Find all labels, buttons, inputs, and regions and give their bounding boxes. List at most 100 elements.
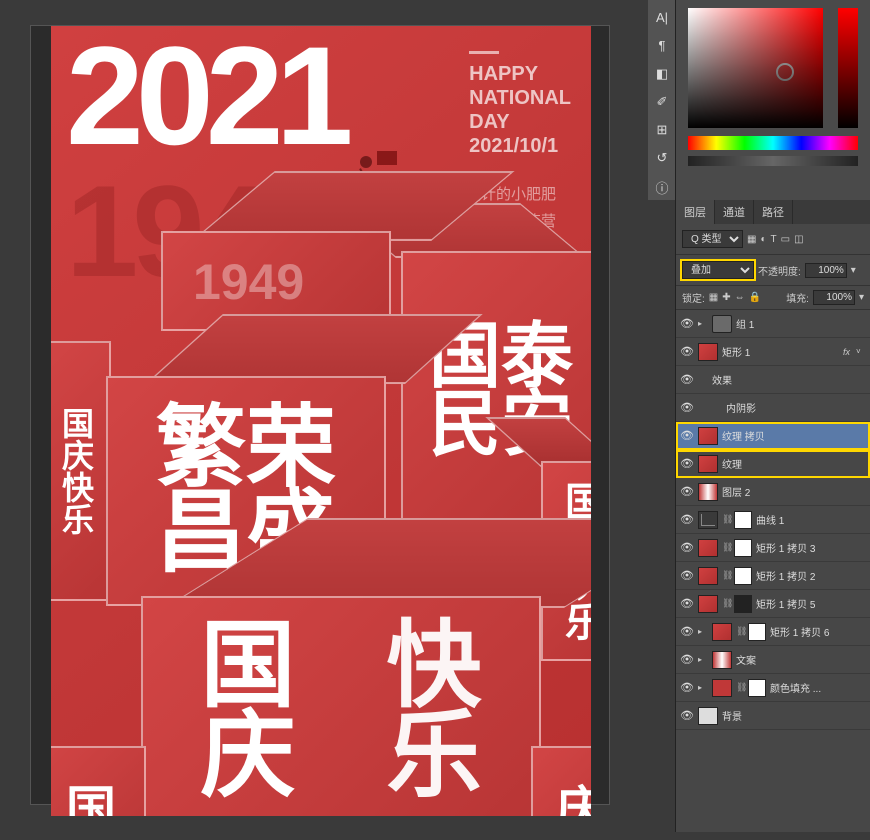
header-block: HAPPY NATIONAL DAY 2021/10/1 [469, 51, 571, 158]
lock-all-icon[interactable]: 🔒 [749, 292, 761, 303]
visibility-icon[interactable]: 👁 [680, 485, 694, 499]
filter-adjust-icon[interactable]: ◐ [760, 234, 766, 245]
mask-thumb[interactable] [734, 567, 752, 585]
visibility-icon[interactable]: 👁 [680, 513, 694, 527]
filter-type-icon[interactable]: T [771, 234, 777, 245]
fx-badge[interactable]: fx [843, 347, 850, 357]
lock-fill-row: 锁定: ▦ ✚ ⇔ 🔒 填充: ▾ [676, 286, 870, 310]
lock-position-icon[interactable]: ✚ [722, 292, 730, 303]
fill-chevron-icon[interactable]: ▾ [859, 292, 864, 303]
visibility-icon[interactable]: 👁 [680, 457, 694, 471]
link-icon[interactable]: ⛓ [736, 682, 744, 693]
filter-smart-icon[interactable]: ◫ [794, 234, 803, 245]
layer-row[interactable]: 👁 矩形 1 fx ˅ [676, 338, 870, 366]
link-icon[interactable]: ⛓ [722, 598, 730, 609]
color-picker-field[interactable] [688, 8, 823, 128]
visibility-icon[interactable]: 👁 [680, 653, 694, 667]
layer-row[interactable]: 👁 ⛓ 曲线 1 [676, 506, 870, 534]
layer-name[interactable]: 矩形 1 拷贝 3 [756, 540, 866, 555]
visibility-icon[interactable]: 👁 [680, 373, 694, 387]
tab-channels[interactable]: 通道 [715, 200, 754, 224]
link-icon[interactable]: ⛓ [722, 570, 730, 581]
layer-thumb [698, 343, 718, 361]
toolbar-text-icon[interactable]: A| [654, 10, 670, 26]
visibility-icon[interactable]: 👁 [680, 541, 694, 555]
toolbar-swatch-icon[interactable]: ◧ [654, 66, 670, 82]
layer-thumb [712, 651, 732, 669]
lock-pixels-icon[interactable]: ▦ [709, 292, 718, 303]
link-icon[interactable]: ⛓ [722, 542, 730, 553]
layer-row[interactable]: 👁 ▸ 组 1 [676, 310, 870, 338]
fill-input[interactable] [813, 290, 855, 305]
visibility-icon[interactable]: 👁 [680, 625, 694, 639]
layer-name[interactable]: 曲线 1 [756, 512, 866, 527]
expand-caret-icon[interactable]: ▸ [698, 627, 708, 636]
visibility-icon[interactable]: 👁 [680, 569, 694, 583]
tab-paths[interactable]: 路径 [754, 200, 793, 224]
fx-item-label[interactable]: 内阴影 [726, 400, 866, 415]
layer-row[interactable]: 👁 背景 [676, 702, 870, 730]
layer-row[interactable]: 👁 ⛓ 矩形 1 拷贝 2 [676, 562, 870, 590]
layer-name[interactable]: 文案 [736, 652, 866, 667]
visibility-icon[interactable]: 👁 [680, 401, 694, 415]
layer-row[interactable]: 👁 ⛓ 矩形 1 拷贝 3 [676, 534, 870, 562]
hue-strip[interactable] [688, 136, 858, 150]
visibility-icon[interactable]: 👁 [680, 317, 694, 331]
visibility-icon[interactable]: 👁 [680, 709, 694, 723]
toolbar-char-icon[interactable]: ¶ [654, 38, 670, 54]
layer-name[interactable]: 纹理 [722, 456, 866, 471]
expand-caret-icon[interactable]: ▸ [698, 655, 708, 664]
layer-kind-filter[interactable]: Q 类型 [682, 230, 743, 248]
expand-caret-icon[interactable]: ▸ [698, 683, 708, 692]
mask-thumb[interactable] [748, 623, 766, 641]
folder-icon [712, 315, 732, 333]
fx-caret-icon[interactable]: ˅ [856, 347, 866, 356]
brightness-strip[interactable] [688, 156, 858, 166]
mask-thumb[interactable] [734, 539, 752, 557]
visibility-icon[interactable]: 👁 [680, 681, 694, 695]
layer-name[interactable]: 颜色填充 ... [770, 680, 866, 695]
link-icon[interactable]: ⛓ [722, 514, 730, 525]
layer-row[interactable]: 👁 纹理 拷贝 [676, 422, 870, 450]
visibility-icon[interactable]: 👁 [680, 429, 694, 443]
mask-thumb[interactable] [734, 511, 752, 529]
cube-bottom-r2: 快乐 [341, 621, 527, 802]
layer-row[interactable]: 👁 ▸ 文案 [676, 646, 870, 674]
layer-name[interactable]: 矩形 1 拷贝 5 [756, 596, 866, 611]
layer-name[interactable]: 纹理 拷贝 [722, 428, 866, 443]
layer-fx-item[interactable]: 👁 内阴影 [676, 394, 870, 422]
link-icon[interactable]: ⛓ [736, 626, 744, 637]
layer-name[interactable]: 图层 2 [722, 484, 866, 499]
mask-thumb[interactable] [734, 595, 752, 613]
color-picker-cursor[interactable] [776, 63, 794, 81]
opacity-input[interactable] [805, 263, 847, 278]
visibility-icon[interactable]: 👁 [680, 345, 694, 359]
opacity-chevron-icon[interactable]: ▾ [851, 265, 856, 276]
layer-row[interactable]: 👁 ⛓ 矩形 1 拷贝 5 [676, 590, 870, 618]
canvas[interactable]: 2021 HAPPY NATIONAL DAY 2021/10/1 1949 @… [51, 26, 591, 816]
toolbar-clone-icon[interactable]: ⊞ [654, 122, 670, 138]
blend-mode-dropdown[interactable]: 叠加 [682, 261, 754, 279]
layer-row[interactable]: 👁 ▸ ⛓ 矩形 1 拷贝 6 [676, 618, 870, 646]
layer-name[interactable]: 矩形 1 拷贝 6 [770, 624, 866, 639]
layer-fx-header[interactable]: 👁 效果 [676, 366, 870, 394]
toolbar-brush-icon[interactable]: ✐ [654, 94, 670, 110]
visibility-icon[interactable]: 👁 [680, 597, 694, 611]
filter-image-icon[interactable]: ▦ [747, 234, 756, 245]
cube-lside-text: 国庆快乐 [51, 341, 111, 601]
expand-caret-icon[interactable]: ▸ [698, 319, 708, 328]
layer-row[interactable]: 👁 ▸ ⛓ 颜色填充 ... [676, 674, 870, 702]
tab-layers[interactable]: 图层 [676, 200, 715, 224]
layer-name[interactable]: 矩形 1 拷贝 2 [756, 568, 866, 583]
layer-row[interactable]: 👁 图层 2 [676, 478, 870, 506]
layer-name[interactable]: 矩形 1 [722, 344, 839, 359]
layer-name[interactable]: 组 1 [736, 316, 866, 331]
toolbar-history-icon[interactable]: ↺ [654, 150, 670, 166]
filter-shape-icon[interactable]: ▭ [781, 234, 790, 245]
toolbar-info-icon[interactable]: ⓘ [654, 178, 670, 194]
layer-name[interactable]: 背景 [722, 708, 866, 723]
layer-row[interactable]: 👁 纹理 [676, 450, 870, 478]
mask-thumb[interactable] [748, 679, 766, 697]
color-value-slider[interactable] [838, 8, 858, 128]
lock-artboard-icon[interactable]: ⇔ [735, 292, 745, 303]
